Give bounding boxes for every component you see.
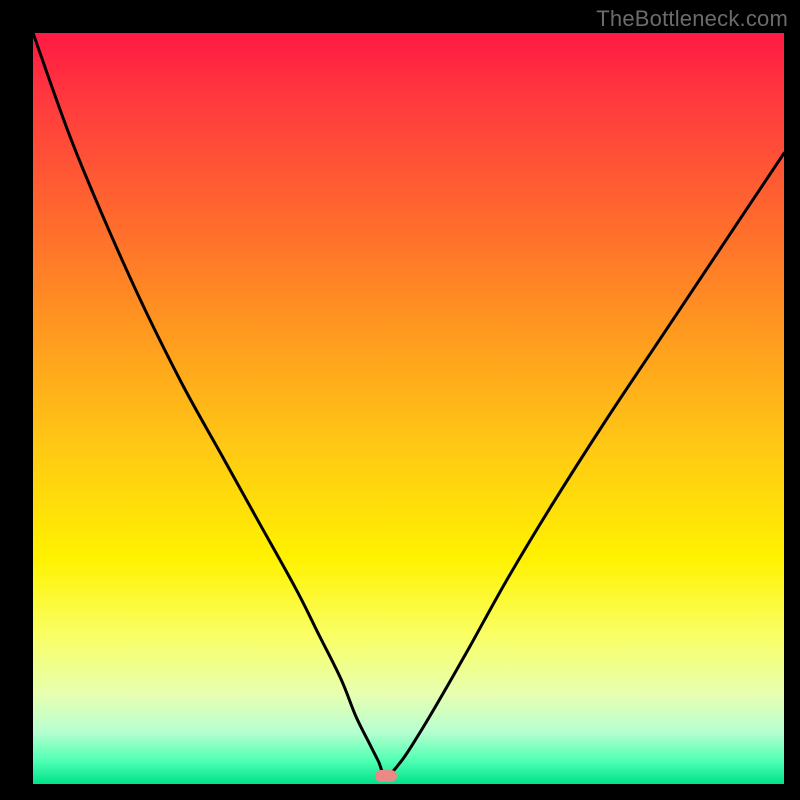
curve-path — [33, 33, 784, 777]
outer-frame: TheBottleneck.com — [0, 0, 800, 800]
plot-area — [33, 33, 784, 784]
watermark-text: TheBottleneck.com — [596, 6, 788, 32]
notch-marker — [375, 770, 397, 782]
bottleneck-curve — [33, 33, 784, 784]
